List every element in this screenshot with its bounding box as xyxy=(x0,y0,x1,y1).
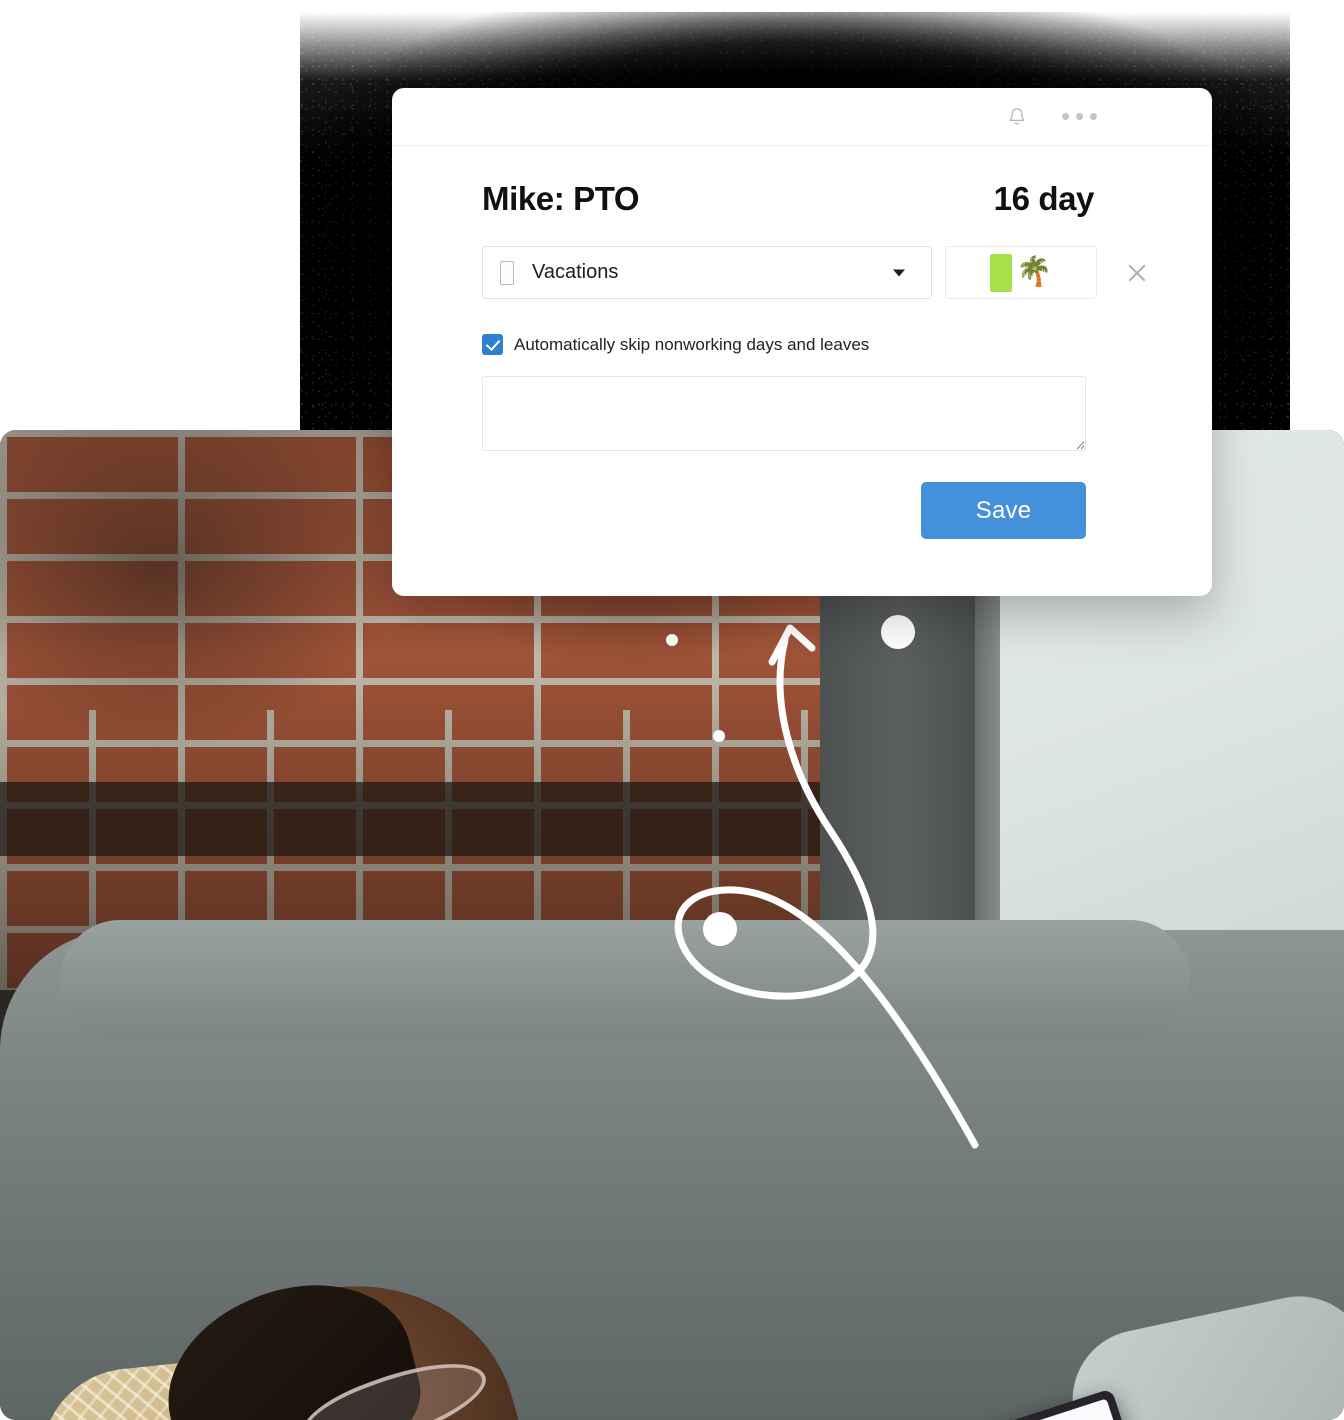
leave-type-select[interactable]: Vacations xyxy=(482,246,932,299)
dot xyxy=(1062,113,1069,120)
dot xyxy=(1076,113,1083,120)
close-icon[interactable] xyxy=(1124,260,1150,286)
bell-icon[interactable] xyxy=(1006,105,1028,129)
brick-wall-dark-row xyxy=(0,782,880,856)
color-chip xyxy=(989,253,1012,292)
palm-tree-icon: 🌴 xyxy=(1015,256,1053,288)
skip-nonworking-checkbox[interactable] xyxy=(482,334,503,355)
leave-type-row: Vacations 🌴 xyxy=(482,246,1122,299)
couch-backrest xyxy=(60,920,1190,1040)
more-options-icon[interactable] xyxy=(1062,113,1097,120)
save-button[interactable]: Save xyxy=(921,482,1086,539)
skip-nonworking-label: Automatically skip nonworking days and l… xyxy=(514,334,870,354)
dot xyxy=(1090,113,1097,120)
screenshot-root: Mike: PTO 16 day Vacations 🌴 Automatical… xyxy=(0,0,1344,1420)
modal-title-row: Mike: PTO 16 day xyxy=(482,180,1122,218)
missing-glyph-box-icon xyxy=(500,260,514,285)
chevron-down-icon[interactable] xyxy=(893,269,905,276)
modal-actions: Save xyxy=(482,482,1086,539)
duration-value: 16 day xyxy=(993,180,1095,217)
page-title: Mike: PTO xyxy=(482,180,640,217)
note-input[interactable] xyxy=(482,376,1086,451)
skip-nonworking-row[interactable]: Automatically skip nonworking days and l… xyxy=(482,334,1122,355)
pto-modal: Mike: PTO 16 day Vacations 🌴 Automatical… xyxy=(392,88,1212,596)
modal-body: Mike: PTO 16 day Vacations 🌴 Automatical… xyxy=(392,146,1212,539)
modal-topbar xyxy=(392,88,1212,146)
leave-type-value: Vacations xyxy=(532,261,619,283)
leave-color-swatch-button[interactable]: 🌴 xyxy=(945,246,1097,299)
